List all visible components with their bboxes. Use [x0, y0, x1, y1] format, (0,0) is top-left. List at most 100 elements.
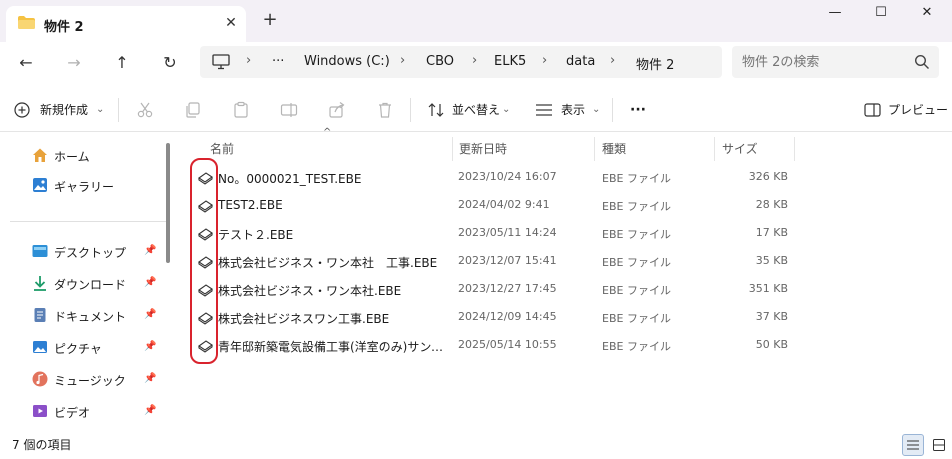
file-modified: 2023/12/07 15:41	[458, 254, 557, 267]
table-row[interactable]: No。0000021_TEST.EBE 2023/10/24 16:07 EBE フ…	[194, 163, 794, 191]
details-view-icon	[907, 440, 919, 450]
preview-pane-icon	[864, 103, 881, 117]
breadcrumb-current[interactable]: 物件 2	[636, 54, 674, 73]
pin-icon: 📌	[144, 277, 157, 288]
sidebar-item-music[interactable]: ミュージック 📌	[0, 365, 160, 393]
table-row[interactable]: TEST2.EBE 2024/04/02 9:41 EBE ファイル 28 KB	[194, 191, 794, 219]
sidebar-item-downloads[interactable]: ダウンロード 📌	[0, 269, 160, 297]
file-name: TEST2.EBE	[218, 198, 283, 212]
download-icon	[34, 276, 46, 291]
sort-icon	[428, 103, 444, 117]
up-button[interactable]: ↑	[108, 50, 136, 76]
sidebar-item-label: ギャラリー	[54, 180, 115, 194]
rename-icon[interactable]	[280, 101, 298, 119]
sidebar-scrollbar[interactable]	[166, 143, 170, 263]
refresh-button[interactable]: ↻	[156, 50, 184, 76]
file-modified: 2024/04/02 9:41	[458, 198, 550, 211]
file-type: EBE ファイル	[602, 200, 671, 213]
minimize-button[interactable]: —	[812, 0, 858, 30]
navigation-bar: ← → ↑ ↻ › ··· Windows (C:) › CBO › ELK5 …	[0, 42, 952, 84]
file-type: EBE ファイル	[602, 340, 671, 353]
address-bar[interactable]: › ··· Windows (C:) › CBO › ELK5 › data ›…	[200, 46, 722, 78]
search-input[interactable]	[742, 52, 902, 72]
file-modified: 2025/05/14 10:55	[458, 338, 557, 351]
sidebar-item-gallery[interactable]: ギャラリー	[0, 171, 160, 199]
close-window-button[interactable]: ✕	[904, 0, 950, 30]
status-bar: 7 個の項目	[0, 431, 952, 459]
sidebar-item-label: ダウンロード	[54, 278, 127, 292]
share-icon[interactable]	[328, 101, 346, 119]
sidebar-item-label: ピクチャ	[54, 342, 102, 356]
breadcrumb-separator: ›	[472, 53, 478, 68]
sidebar-item-label: ホーム	[54, 150, 90, 164]
search-box[interactable]	[732, 46, 939, 78]
toolbar-divider	[612, 98, 613, 122]
file-type: EBE ファイル	[602, 172, 671, 185]
column-header-name[interactable]: 名前	[210, 137, 234, 161]
file-modified: 2023/10/24 16:07	[458, 170, 557, 183]
search-icon	[914, 54, 929, 69]
breadcrumb-overflow[interactable]: ···	[272, 54, 284, 69]
file-size: 35 KB	[755, 254, 788, 267]
sidebar-divider	[10, 221, 166, 222]
breadcrumb-elk5[interactable]: ELK5	[494, 54, 526, 69]
file-modified: 2023/05/11 14:24	[458, 226, 557, 239]
sidebar-item-videos[interactable]: ビデオ 📌	[0, 397, 160, 425]
paste-icon[interactable]	[232, 101, 250, 119]
sidebar-item-desktop[interactable]: デスクトップ 📌	[0, 237, 160, 265]
chevron-down-icon: ⌄	[592, 104, 601, 115]
item-count: 7 個の項目	[12, 438, 72, 452]
breadcrumb-cbo[interactable]: CBO	[426, 54, 454, 69]
cut-icon[interactable]	[136, 101, 154, 119]
column-divider[interactable]	[452, 137, 453, 161]
computer-icon	[212, 54, 230, 70]
pin-icon: 📌	[144, 341, 157, 352]
new-tab-button[interactable]: +	[258, 8, 282, 32]
maximize-button[interactable]: ☐	[858, 0, 904, 30]
tiles-view-button[interactable]	[928, 434, 950, 456]
column-header-size[interactable]: サイズ	[722, 137, 758, 161]
table-row[interactable]: 青年邸新築電気設備工事(洋室のみ)サンプ... 2025/05/14 10:55 E…	[194, 331, 794, 359]
delete-icon[interactable]	[376, 101, 394, 119]
column-divider[interactable]	[714, 137, 715, 161]
gallery-icon	[33, 178, 47, 192]
more-options-button[interactable]: ···	[630, 98, 646, 122]
breadcrumb-separator: ›	[610, 53, 616, 68]
copy-icon[interactable]	[184, 101, 202, 119]
details-view-button[interactable]	[902, 434, 924, 456]
breadcrumb-data[interactable]: data	[566, 54, 595, 69]
file-modified: 2024/12/09 14:45	[458, 310, 557, 323]
column-header-modified[interactable]: 更新日時	[459, 137, 507, 161]
table-row[interactable]: 株式会社ビジネス・ワン本社.EBE 2023/12/27 17:45 EBE ファイ…	[194, 275, 794, 303]
column-divider[interactable]	[794, 137, 795, 161]
sidebar-item-pictures[interactable]: ピクチャ 📌	[0, 333, 160, 361]
sidebar-item-label: ミュージック	[54, 374, 126, 388]
toolbar-divider	[118, 98, 119, 122]
file-size: 50 KB	[755, 338, 788, 351]
video-icon	[33, 405, 47, 417]
breadcrumb-drive[interactable]: Windows (C:)	[304, 54, 390, 69]
sort-ascending-icon: ^	[323, 127, 332, 138]
toolbar-divider	[410, 98, 411, 122]
new-button-label: 新規作成	[40, 103, 89, 117]
desktop-icon	[32, 245, 48, 257]
preview-pane-label: プレビュー	[888, 103, 949, 117]
breadcrumb-separator: ›	[542, 53, 548, 68]
column-divider[interactable]	[594, 137, 595, 161]
sidebar-item-home[interactable]: ホーム	[0, 141, 160, 169]
back-button[interactable]: ←	[12, 50, 40, 76]
forward-button[interactable]: →	[60, 50, 88, 76]
tab-title: 物件 2	[44, 20, 84, 35]
pin-icon: 📌	[144, 245, 157, 256]
file-name: 株式会社ビジネスワン工事.EBE	[218, 312, 390, 326]
file-name: 株式会社ビジネス・ワン本社 工事.EBE	[218, 256, 438, 270]
table-row[interactable]: 株式会社ビジネスワン工事.EBE 2024/12/09 14:45 EBE ファイル…	[194, 303, 794, 331]
file-size: 37 KB	[755, 310, 788, 323]
column-header-type[interactable]: 種類	[602, 137, 626, 161]
icon-highlight-annotation	[190, 158, 218, 364]
tab-current-folder[interactable]: 物件 2 ✕	[6, 6, 246, 42]
sidebar-item-documents[interactable]: ドキュメント 📌	[0, 301, 160, 329]
table-row[interactable]: 株式会社ビジネス・ワン本社 工事.EBE 2023/12/07 15:41 EBE …	[194, 247, 794, 275]
tab-close-button[interactable]: ✕	[220, 12, 242, 34]
table-row[interactable]: テスト２.EBE 2023/05/11 14:24 EBE ファイル 17 KB	[194, 219, 794, 247]
